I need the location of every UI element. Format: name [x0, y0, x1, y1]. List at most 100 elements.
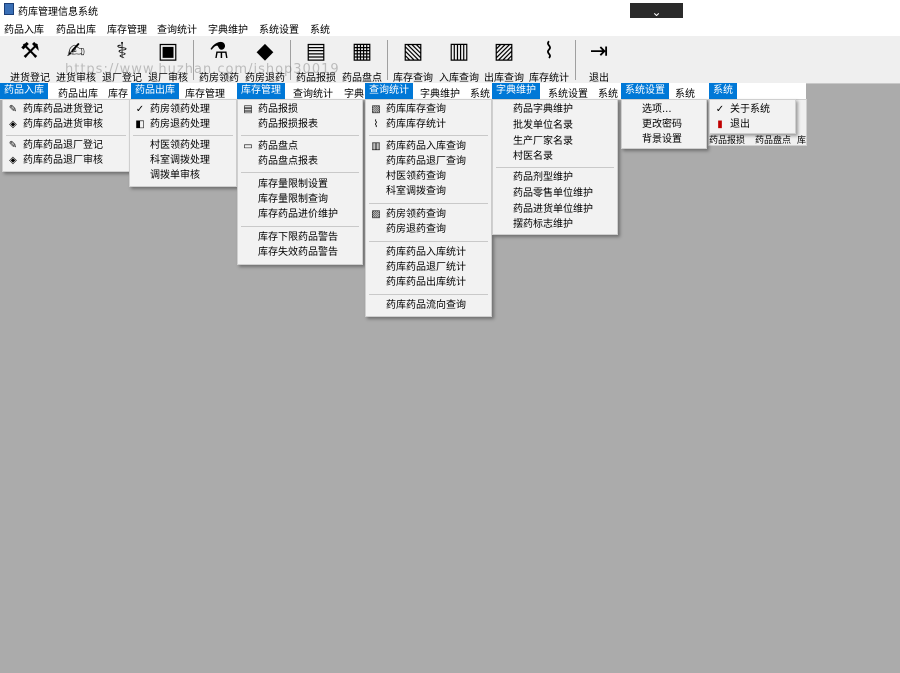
menu-item[interactable]: 村医名录: [493, 149, 617, 164]
purchase-register-icon: ⚒: [20, 39, 40, 64]
menu-item[interactable]: 药品盘点报表: [238, 154, 362, 169]
menu-highlighted[interactable]: 库存管理: [237, 83, 285, 99]
menu-item[interactable]: 药品零售单位维护: [493, 186, 617, 201]
menu-item[interactable]: ◈ 药库药品进货审核: [3, 117, 129, 132]
menu-query-statistics[interactable]: 查询统计: [157, 21, 197, 36]
strip-menu-item[interactable]: 系统: [470, 85, 490, 100]
menu-item-about[interactable]: ✓ 关于系统: [710, 102, 795, 117]
menu-dictionary[interactable]: 字典维护: [208, 21, 248, 36]
menu-item-options[interactable]: 选项...: [622, 102, 706, 117]
menu-item[interactable]: 村医领药查询: [366, 169, 491, 184]
menu-item[interactable]: 药房退药查询: [366, 222, 491, 237]
stock-statistics-button[interactable]: ⌇ 库存统计: [527, 38, 571, 84]
menu-item[interactable]: ◈ 药库药品退厂审核: [3, 153, 129, 168]
mini-toolbar-label[interactable]: 药品报损: [709, 133, 745, 146]
stock-query-button[interactable]: ▧ 库存查询: [391, 38, 435, 84]
menu-highlighted[interactable]: 药品入库: [0, 83, 48, 99]
strip-menu-item[interactable]: 库存: [108, 85, 128, 100]
menu-item[interactable]: 库存量限制查询: [238, 192, 362, 207]
menu-highlighted[interactable]: 药品出库: [131, 83, 179, 99]
menu-drug-inbound[interactable]: 药品入库: [4, 21, 44, 36]
strip-menu-item[interactable]: 字典: [344, 85, 364, 100]
menu-item[interactable]: ▥ 药库药品入库查询: [366, 139, 491, 154]
menu-item[interactable]: ▤ 药品报损: [238, 102, 362, 117]
menu-item[interactable]: 库存药品进价维护: [238, 207, 362, 222]
menu-bar: 药品入库 药品出库 库存管理 查询统计 字典维护 系统设置 系统: [0, 18, 900, 36]
exit-button[interactable]: ⇥ 退出: [580, 38, 618, 84]
drug-inventory-icon: ▦: [351, 39, 373, 64]
menu-item[interactable]: 科室调拨查询: [366, 184, 491, 199]
menu-item[interactable]: ◧ 药房退药处理: [130, 117, 236, 132]
menu-item[interactable]: 调拨单审核: [130, 168, 236, 183]
menu-stock-management[interactable]: 库存管理: [107, 21, 147, 36]
inbound-query-button[interactable]: ▥ 入库查询: [437, 38, 481, 84]
menu-item[interactable]: 村医领药处理: [130, 138, 236, 153]
menu-highlighted[interactable]: 系统设置: [621, 83, 669, 99]
about-icon: ✓: [715, 104, 725, 115]
strip-menu-item[interactable]: 系统: [675, 85, 695, 100]
mini-toolbar-label[interactable]: 库: [797, 133, 806, 146]
mini-toolbar-label[interactable]: 药品盘点: [755, 133, 791, 146]
menu-item[interactable]: ⌇ 药库库存统计: [366, 117, 491, 132]
dropdown-drug-inbound: ✎ 药库药品进货登记 ◈ 药库药品进货审核 ✎ 药库药品退厂登记 ◈ 药库药品退厂审核: [2, 99, 130, 172]
menu-highlighted[interactable]: 查询统计: [365, 83, 413, 99]
menu-separator: [6, 135, 126, 136]
menu-item-change-password[interactable]: 更改密码: [622, 117, 706, 132]
strip-menu-item[interactable]: 药品出库: [58, 85, 98, 100]
menu-highlighted[interactable]: 字典维护: [492, 83, 540, 99]
menu-item[interactable]: 药品进货单位维护: [493, 202, 617, 217]
strip-menu-item[interactable]: 系统设置: [548, 85, 588, 100]
watermark-text: https://www.huzhan.com/ishop30019: [65, 62, 340, 77]
dropdown-query-statistics: ▧ 药库库存查询 ⌇ 药库库存统计 ▥ 药库药品入库查询 药库药品退厂查询 村医领药查…: [365, 99, 492, 317]
menu-item-background[interactable]: 背景设置: [622, 132, 706, 147]
exit-icon: ⇥: [589, 39, 609, 64]
strip-menu-item[interactable]: 系统: [598, 85, 618, 100]
menu-item[interactable]: 库存失效药品警告: [238, 245, 362, 260]
exit-icon: ▮: [717, 119, 723, 130]
menu-item[interactable]: ▭ 药品盘点: [238, 139, 362, 154]
purchase-register-button[interactable]: ⚒ 进货登记: [10, 38, 50, 84]
receive-icon: ✓: [135, 104, 145, 115]
menu-item[interactable]: ▨ 药房领药查询: [366, 207, 491, 222]
drug-inventory-button[interactable]: ▦ 药品盘点: [340, 38, 384, 84]
menu-item[interactable]: 摆药标志维护: [493, 217, 617, 232]
dropdown-stock-management: ▤ 药品报损 药品报损报表 ▭ 药品盘点 药品盘点报表 库存量限制设置 库存量限制查…: [237, 99, 363, 265]
menu-item[interactable]: 生产厂家名录: [493, 134, 617, 149]
menu-item[interactable]: 批发单位名录: [493, 118, 617, 133]
chart-icon: ⌇: [373, 119, 379, 130]
menu-item[interactable]: 库存下限药品警告: [238, 230, 362, 245]
menu-item[interactable]: ✎ 药库药品进货登记: [3, 102, 129, 117]
app-icon: [4, 3, 14, 15]
inventory-icon: ▭: [243, 141, 253, 152]
menu-drug-outbound[interactable]: 药品出库: [56, 21, 96, 36]
menu-separator: [369, 135, 488, 136]
menu-item[interactable]: 药品字典维护: [493, 102, 617, 117]
strip-menu-item[interactable]: 库存管理: [185, 85, 225, 100]
menu-system[interactable]: 系统: [310, 21, 330, 36]
menu-item[interactable]: 药库药品退厂统计: [366, 260, 491, 275]
menu-item[interactable]: 药品报损报表: [238, 117, 362, 132]
menu-item[interactable]: 库存量限制设置: [238, 177, 362, 192]
decorative-background: [630, 36, 900, 83]
menu-item[interactable]: ✎ 药库药品退厂登记: [3, 138, 129, 153]
outbound-query-button[interactable]: ▨ 出库查询: [482, 38, 526, 84]
menu-item[interactable]: ✓ 药房领药处理: [130, 102, 236, 117]
menu-item[interactable]: 药库药品退厂查询: [366, 154, 491, 169]
menu-item-exit[interactable]: ▮ 退出: [710, 117, 795, 132]
dropdown-system: ✓ 关于系统 ▮ 退出: [709, 99, 796, 134]
strip-menu-item[interactable]: 字典维护: [420, 85, 460, 100]
menu-item[interactable]: 科室调拨处理: [130, 153, 236, 168]
menu-item[interactable]: 药库药品出库统计: [366, 275, 491, 290]
menu-item[interactable]: 药品剂型维护: [493, 170, 617, 185]
menu-item[interactable]: 药库药品流向查询: [366, 298, 491, 313]
loss-icon: ▤: [243, 104, 253, 115]
inbound-query-icon: ▥: [448, 39, 470, 64]
menu-separator: [241, 226, 359, 227]
menu-item[interactable]: ▧ 药库库存查询: [366, 102, 491, 117]
stock-statistics-icon: ⌇: [543, 39, 555, 64]
menu-highlighted[interactable]: 系统: [709, 83, 737, 99]
menu-system-settings[interactable]: 系统设置: [259, 21, 299, 36]
register-icon: ✎: [8, 140, 18, 151]
strip-menu-item[interactable]: 查询统计: [293, 85, 333, 100]
menu-item[interactable]: 药库药品入库统计: [366, 245, 491, 260]
